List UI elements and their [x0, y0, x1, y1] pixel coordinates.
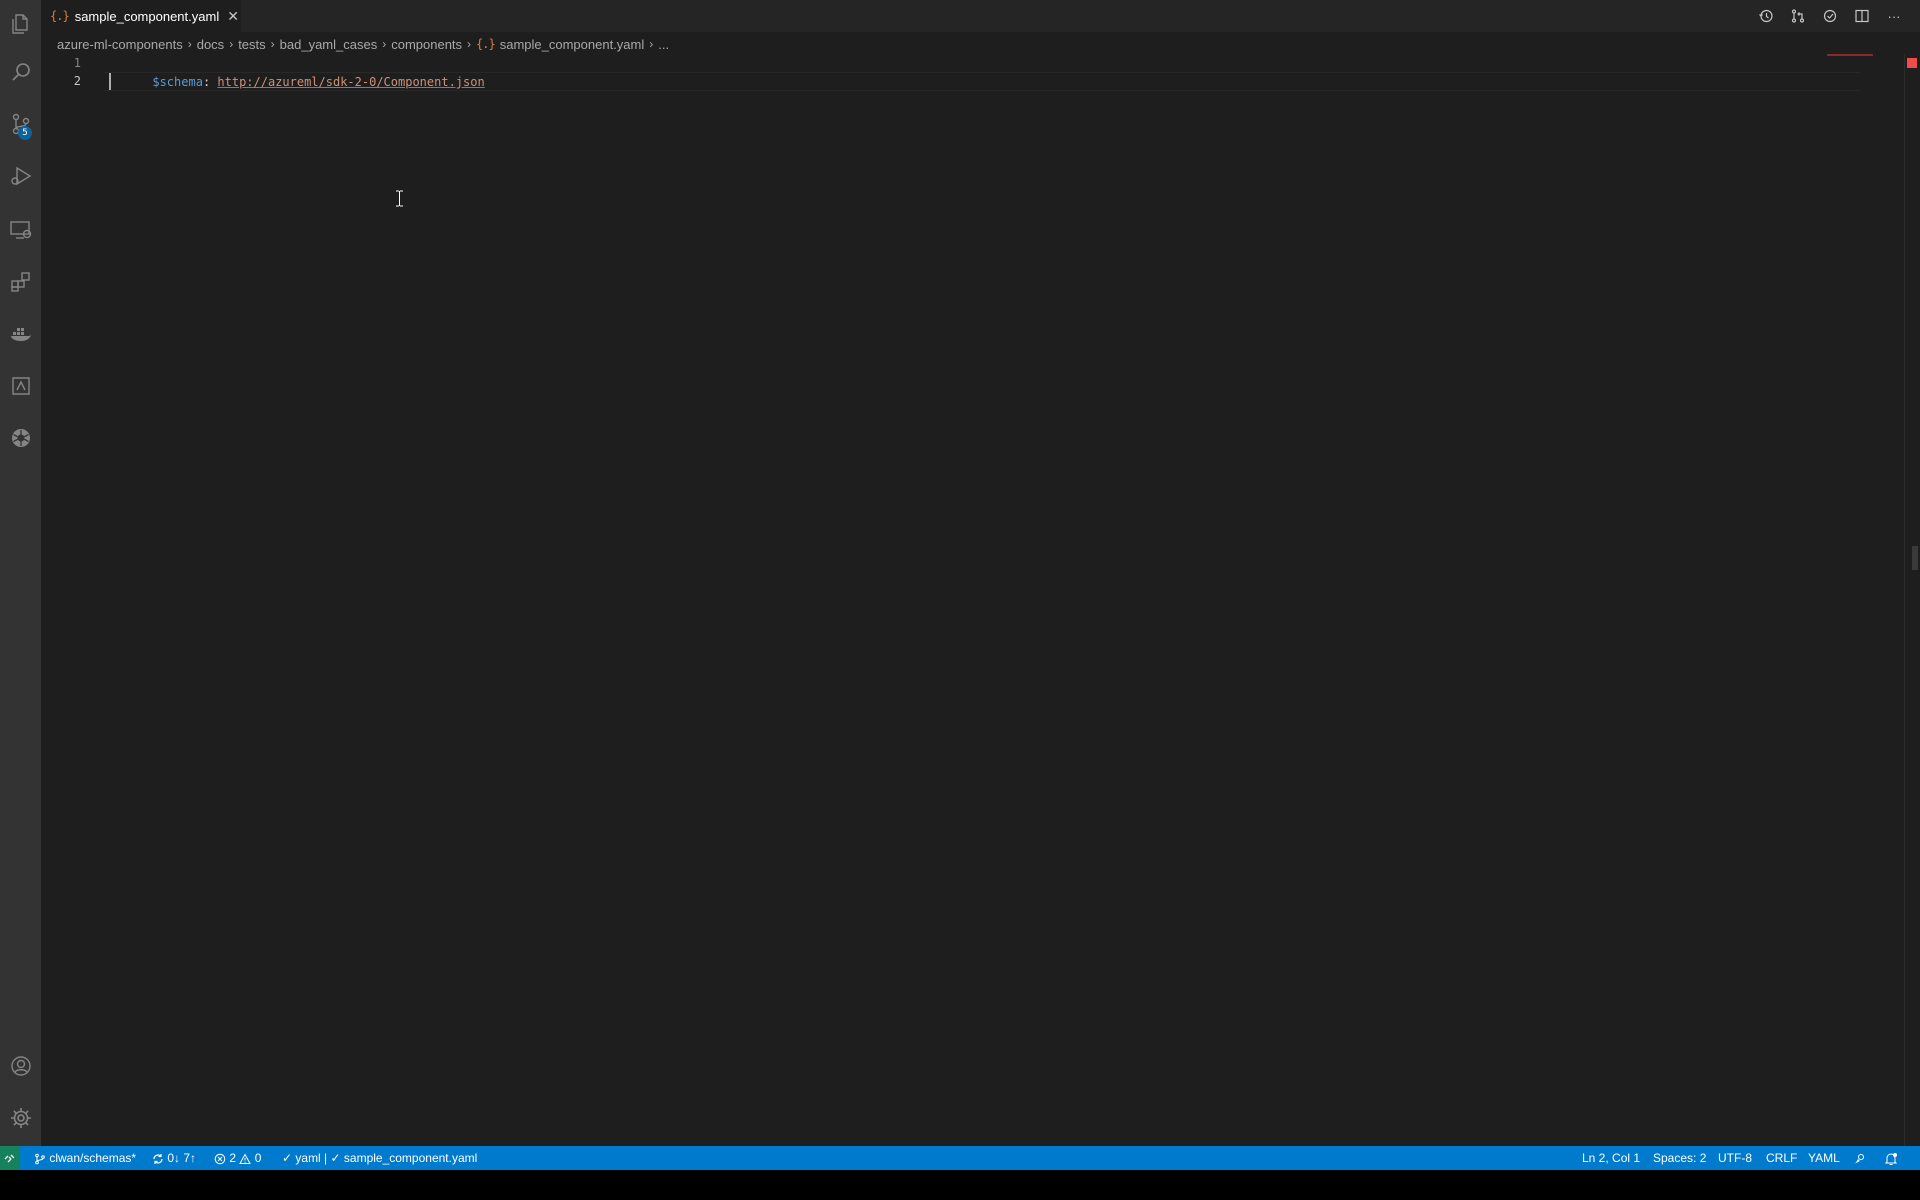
compare-icon[interactable]: [1788, 6, 1808, 26]
minimap-error-marker: [1827, 54, 1873, 56]
yaml-file-icon: {.}: [50, 9, 70, 23]
schema-url-link[interactable]: http://azureml/sdk-2-0/Component.json: [217, 75, 484, 89]
remote-icon: [4, 1154, 15, 1163]
notifications-bell-icon[interactable]: [1884, 1146, 1898, 1170]
code-line-1[interactable]: $schema: http://azureml/sdk-2-0/Componen…: [109, 54, 484, 89]
chevron-right-icon: ›: [229, 37, 234, 51]
vscode-window: 5 {.} sample_component.yaml ✕ ··· azure-…: [0, 0, 1920, 1170]
sync-icon[interactable]: [1820, 6, 1840, 26]
kubernetes-icon[interactable]: [0, 414, 41, 462]
error-marker: [1907, 58, 1917, 68]
ibeam-cursor-icon: [396, 190, 403, 207]
warning-count: 0: [254, 1151, 262, 1165]
error-icon: [214, 1153, 226, 1165]
run-debug-icon[interactable]: [0, 152, 41, 200]
error-count: 2: [229, 1151, 237, 1165]
overview-ruler[interactable]: [1904, 54, 1918, 1146]
line-number: 1: [73, 56, 81, 70]
tab-sample-component[interactable]: {.} sample_component.yaml ✕: [41, 0, 241, 32]
sync-status[interactable]: 0↓ 7↑: [152, 1146, 196, 1170]
indentation-status[interactable]: Spaces: 2: [1653, 1146, 1706, 1170]
source-control-badge: 5: [18, 126, 32, 140]
sync-counts: 0↓ 7↑: [167, 1151, 197, 1165]
search-icon[interactable]: [0, 48, 41, 96]
breadcrumb: azure-ml-components › docs › tests › bad…: [57, 34, 669, 54]
line-number: 2: [73, 74, 81, 88]
source-control-icon[interactable]: 5: [0, 100, 41, 148]
remote-indicator[interactable]: [0, 1146, 20, 1170]
chevron-right-icon: ›: [467, 37, 472, 51]
scrollbar-marker[interactable]: [1912, 546, 1918, 570]
breadcrumb-file[interactable]: sample_component.yaml: [500, 37, 645, 52]
feedback-icon[interactable]: [1852, 1146, 1866, 1170]
encoding-status[interactable]: UTF-8: [1718, 1146, 1752, 1170]
status-bar: clwan/schemas* 0↓ 7↑ 2 0 ✓ yaml | ✓ samp…: [0, 1146, 1920, 1170]
yaml-colon: :: [202, 75, 218, 89]
chevron-right-icon: ›: [649, 37, 654, 51]
git-branch-icon: [35, 1153, 45, 1165]
cursor-position[interactable]: Ln 2, Col 1: [1582, 1146, 1640, 1170]
activity-bar: 5: [0, 0, 41, 1146]
tab-label: sample_component.yaml: [74, 8, 220, 24]
settings-gear-icon[interactable]: [0, 1094, 41, 1142]
eol-status[interactable]: CRLF: [1766, 1146, 1797, 1170]
more-actions-icon[interactable]: ···: [1884, 6, 1904, 26]
line-number-gutter: 1 2: [41, 54, 89, 1146]
problems-status[interactable]: 2 0: [214, 1146, 261, 1170]
breadcrumb-item[interactable]: azure-ml-components: [57, 37, 183, 52]
breadcrumb-symbols[interactable]: ...: [658, 37, 669, 52]
chevron-right-icon: ›: [187, 37, 192, 51]
tab-bar: {.} sample_component.yaml ✕ ···: [41, 0, 1920, 32]
split-editor-icon[interactable]: [1852, 6, 1872, 26]
extensions-icon[interactable]: [0, 258, 41, 306]
sync-icon: [153, 1153, 163, 1164]
chevron-right-icon: ›: [382, 37, 387, 51]
accounts-icon[interactable]: [0, 1042, 41, 1090]
warning-icon: [239, 1153, 252, 1164]
language-mode[interactable]: YAML: [1808, 1146, 1840, 1170]
yaml-key: $schema: [152, 75, 203, 89]
close-icon[interactable]: ✕: [227, 8, 239, 25]
explorer-icon[interactable]: [0, 0, 41, 48]
editor-actions: ···: [1756, 0, 1904, 32]
docker-icon[interactable]: [0, 310, 41, 358]
breadcrumb-item[interactable]: bad_yaml_cases: [280, 37, 378, 52]
remote-explorer-icon[interactable]: [0, 206, 41, 254]
branch-name: clwan/schemas*: [49, 1151, 137, 1165]
yaml-file-icon: {.}: [476, 37, 496, 51]
breadcrumb-item[interactable]: tests: [238, 37, 265, 52]
branch-status[interactable]: clwan/schemas*: [34, 1146, 136, 1170]
history-icon[interactable]: [1756, 6, 1776, 26]
yaml-validation-status[interactable]: ✓ yaml | ✓ sample_component.yaml: [282, 1146, 477, 1170]
text-cursor: [109, 73, 111, 90]
breadcrumb-item[interactable]: components: [391, 37, 462, 52]
chevron-right-icon: ›: [270, 37, 275, 51]
code-editor[interactable]: 1 2 $schema: http://azureml/sdk-2-0/Comp…: [41, 54, 1920, 1146]
azure-icon[interactable]: [0, 362, 41, 410]
breadcrumb-item[interactable]: docs: [197, 37, 224, 52]
